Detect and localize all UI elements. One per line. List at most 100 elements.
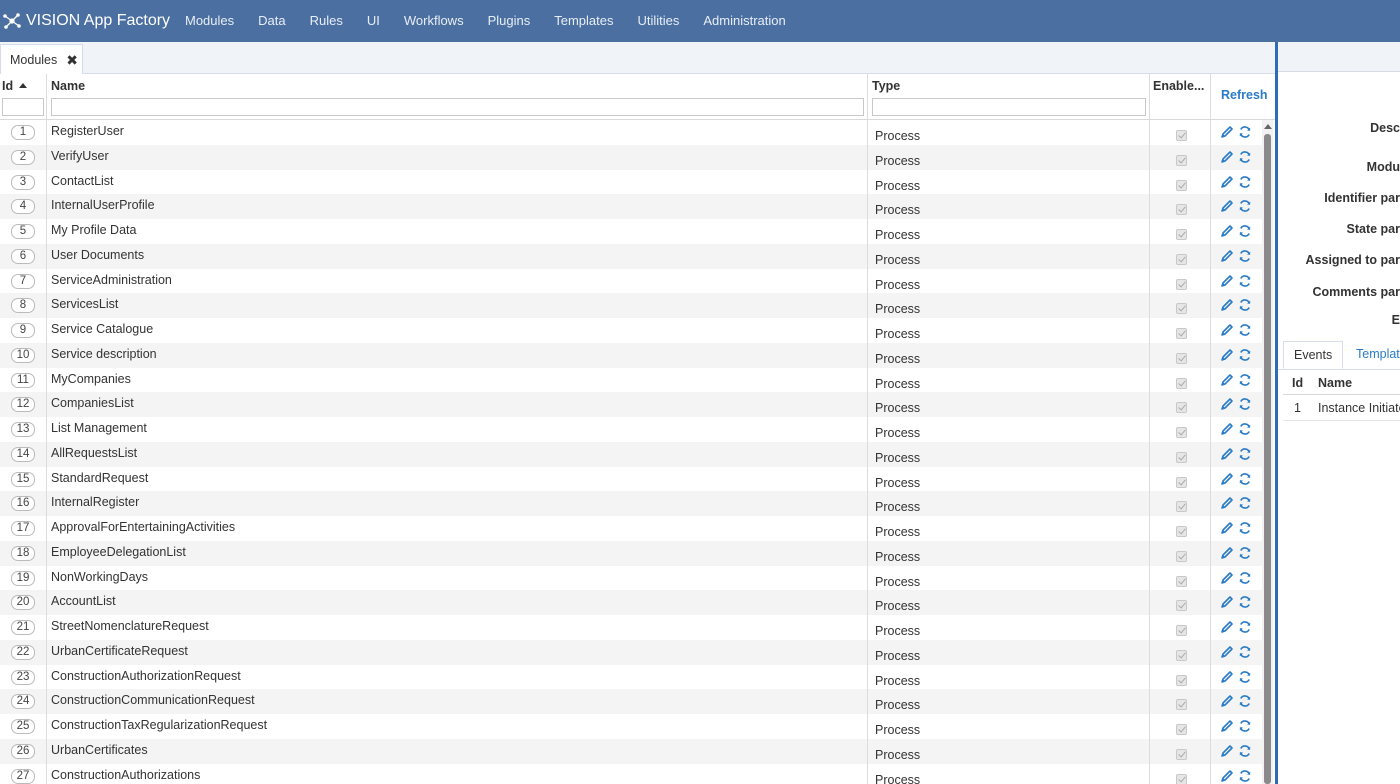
edit-pencil-icon[interactable] (1220, 670, 1234, 684)
table-row[interactable]: 24 ConstructionCommunicationRequest Proces… (0, 689, 1264, 714)
events-col-name[interactable]: Name (1318, 376, 1352, 390)
sync-refresh-icon[interactable] (1238, 125, 1252, 139)
table-row[interactable]: 16 InternalRegister Process (0, 491, 1264, 516)
sync-refresh-icon[interactable] (1238, 298, 1252, 312)
edit-pencil-icon[interactable] (1220, 447, 1234, 461)
nav-item-utilities[interactable]: Utilities (625, 0, 691, 42)
cell-name[interactable]: MyCompanies (47, 367, 868, 393)
edit-pencil-icon[interactable] (1220, 175, 1234, 189)
cell-name[interactable]: RegisterUser (47, 120, 868, 145)
cell-type[interactable]: Process (868, 540, 1150, 566)
cell-name[interactable]: ConstructionAuthorizationRequest (47, 664, 868, 690)
cell-name[interactable]: User Documents (47, 243, 868, 269)
table-row[interactable]: 27 ConstructionAuthorizations Process (0, 763, 1264, 784)
cell-name[interactable]: VerifyUser (47, 144, 868, 170)
sync-refresh-icon[interactable] (1238, 348, 1252, 362)
cell-type[interactable]: Process (868, 689, 1150, 714)
edit-pencil-icon[interactable] (1220, 323, 1234, 337)
tab-events[interactable]: Events (1283, 341, 1344, 369)
edit-pencil-icon[interactable] (1220, 521, 1234, 535)
sync-refresh-icon[interactable] (1238, 472, 1252, 486)
cell-name[interactable]: ConstructionTaxRegularizationRequest (47, 714, 868, 739)
cell-name[interactable]: CompaniesList (47, 392, 868, 417)
table-row[interactable]: 9 Service Catalogue Process (0, 318, 1264, 343)
edit-pencil-icon[interactable] (1220, 472, 1234, 486)
cell-name[interactable]: UrbanCertificates (47, 738, 868, 764)
table-row[interactable]: 6 User Documents Process (0, 243, 1264, 269)
column-header-id[interactable]: Id (0, 74, 47, 120)
cell-type[interactable]: Process (868, 219, 1150, 244)
cell-name[interactable]: ServiceAdministration (47, 268, 868, 294)
column-header-type[interactable]: Type (868, 74, 1150, 120)
table-row[interactable]: 12 CompaniesList Process (0, 392, 1264, 417)
table-row[interactable]: 10 Service description Process (0, 342, 1264, 368)
edit-pencil-icon[interactable] (1220, 422, 1234, 436)
cell-type[interactable]: Process (868, 565, 1150, 591)
edit-pencil-icon[interactable] (1220, 199, 1234, 213)
cell-type[interactable]: Process (868, 590, 1150, 615)
table-row[interactable]: 23 ConstructionAuthorizationRequest Proces… (0, 664, 1264, 690)
edit-pencil-icon[interactable] (1220, 298, 1234, 312)
cell-type[interactable]: Process (868, 144, 1150, 170)
sync-refresh-icon[interactable] (1238, 719, 1252, 733)
edit-pencil-icon[interactable] (1220, 150, 1234, 164)
nav-item-modules[interactable]: Modules (173, 0, 246, 42)
table-row[interactable]: 20 AccountList Process (0, 590, 1264, 615)
cell-type[interactable]: Process (868, 342, 1150, 368)
cell-type[interactable]: Process (868, 120, 1150, 145)
tab-modules[interactable]: Modules ✖ (0, 44, 83, 75)
table-row[interactable]: 19 NonWorkingDays Process (0, 565, 1264, 591)
edit-pencil-icon[interactable] (1220, 769, 1234, 783)
events-col-id[interactable]: Id (1292, 376, 1303, 390)
sync-refresh-icon[interactable] (1238, 175, 1252, 189)
cell-type[interactable]: Process (868, 763, 1150, 784)
cell-type[interactable]: Process (868, 615, 1150, 640)
refresh-link[interactable]: Refresh (1221, 88, 1268, 102)
column-header-name[interactable]: Name (47, 74, 868, 120)
edit-pencil-icon[interactable] (1220, 224, 1234, 238)
edit-pencil-icon[interactable] (1220, 274, 1234, 288)
table-row[interactable]: 5 My Profile Data Process (0, 219, 1264, 244)
sync-refresh-icon[interactable] (1238, 249, 1252, 263)
table-row[interactable]: 3 ContactList Process (0, 169, 1264, 195)
sync-refresh-icon[interactable] (1238, 645, 1252, 659)
cell-type[interactable]: Process (868, 268, 1150, 294)
nav-item-data[interactable]: Data (246, 0, 297, 42)
sync-refresh-icon[interactable] (1238, 224, 1252, 238)
sync-refresh-icon[interactable] (1238, 620, 1252, 634)
filter-name-input[interactable] (51, 98, 864, 116)
nav-item-templates[interactable]: Templates (542, 0, 625, 42)
table-row[interactable]: 25 ConstructionTaxRegularizationRequest Pr… (0, 714, 1264, 739)
tab-templates[interactable]: Templat (1346, 341, 1400, 369)
sync-refresh-icon[interactable] (1238, 150, 1252, 164)
table-row[interactable]: 15 StandardRequest Process (0, 466, 1264, 492)
brand[interactable]: VISION App Factory (0, 0, 175, 42)
cell-type[interactable]: Process (868, 738, 1150, 764)
cell-type[interactable]: Process (868, 243, 1150, 269)
nav-item-ui[interactable]: UI (355, 0, 392, 42)
cell-name[interactable]: StreetNomenclatureRequest (47, 615, 868, 640)
edit-pencil-icon[interactable] (1220, 348, 1234, 362)
cell-type[interactable]: Process (868, 491, 1150, 516)
cell-type[interactable]: Process (868, 441, 1150, 467)
nav-item-administration[interactable]: Administration (691, 0, 797, 42)
edit-pencil-icon[interactable] (1220, 620, 1234, 634)
sync-refresh-icon[interactable] (1238, 496, 1252, 510)
sync-refresh-icon[interactable] (1238, 744, 1252, 758)
sync-refresh-icon[interactable] (1238, 546, 1252, 560)
cell-name[interactable]: Service Catalogue (47, 318, 868, 343)
scroll-up-arrow-icon[interactable] (1264, 124, 1272, 129)
table-row[interactable]: 22 UrbanCertificateRequest Process (0, 639, 1264, 665)
grid-scrollbar[interactable] (1262, 120, 1273, 784)
sync-refresh-icon[interactable] (1238, 521, 1252, 535)
sync-refresh-icon[interactable] (1238, 274, 1252, 288)
cell-name[interactable]: List Management (47, 417, 868, 442)
edit-pencil-icon[interactable] (1220, 397, 1234, 411)
table-row[interactable]: 11 MyCompanies Process (0, 367, 1264, 393)
close-x-icon[interactable]: ✖ (66, 52, 78, 69)
edit-pencil-icon[interactable] (1220, 645, 1234, 659)
table-row[interactable]: 17 ApprovalForEntertainingActivities Proce… (0, 516, 1264, 541)
cell-name[interactable]: ConstructionCommunicationRequest (47, 689, 868, 714)
nav-item-workflows[interactable]: Workflows (392, 0, 476, 42)
cell-type[interactable]: Process (868, 293, 1150, 318)
